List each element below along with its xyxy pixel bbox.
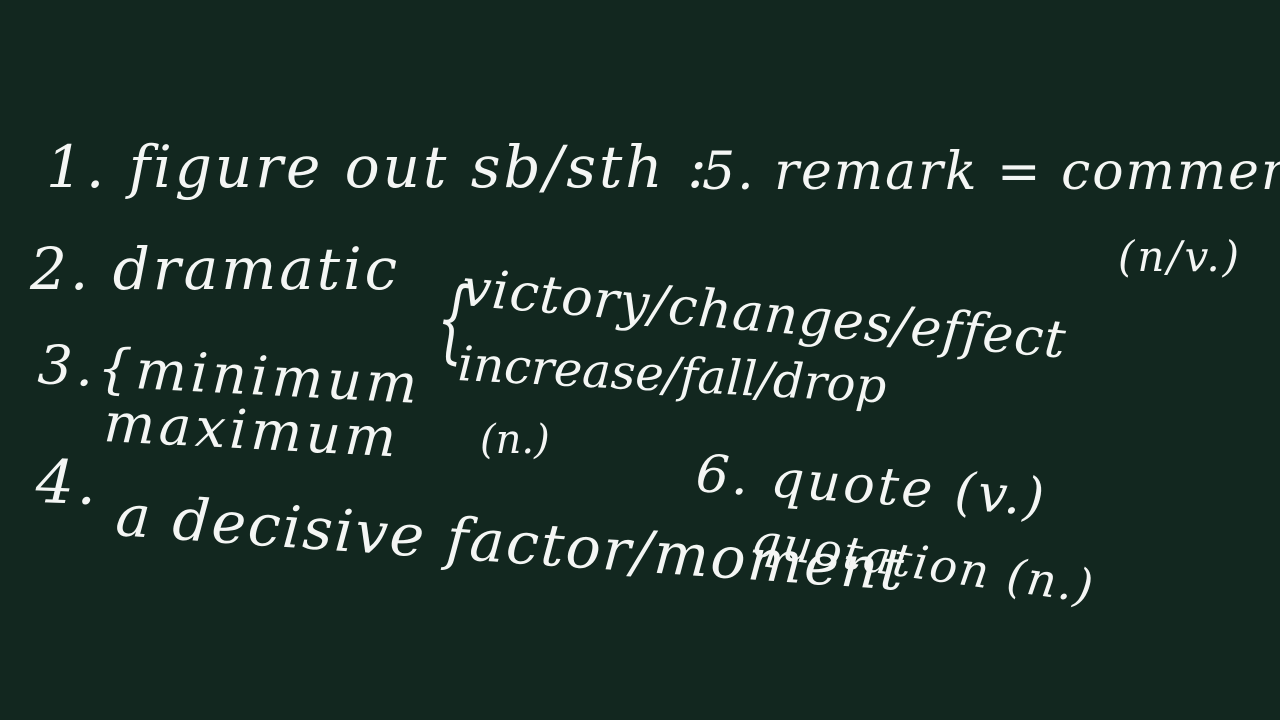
- blackboard: 1. figure out sb/sth : 5. remark = comme…: [0, 0, 1280, 720]
- note-item-3-pos: (n.): [480, 417, 550, 463]
- note-item-1: 1. figure out sb/sth :: [46, 133, 710, 201]
- note-item-2: 2. dramatic: [30, 235, 401, 303]
- note-item-4: 4.: [34, 447, 101, 520]
- note-item-5-pos: (n/v.): [1118, 232, 1243, 281]
- note-item-5: 5. remark = comment: [702, 142, 1280, 202]
- note-item-3-alt: maximum: [102, 391, 402, 470]
- note-item-3-collocates: increase/fall/drop: [456, 336, 888, 415]
- note-item-6: 6. quote (v.): [693, 444, 1049, 529]
